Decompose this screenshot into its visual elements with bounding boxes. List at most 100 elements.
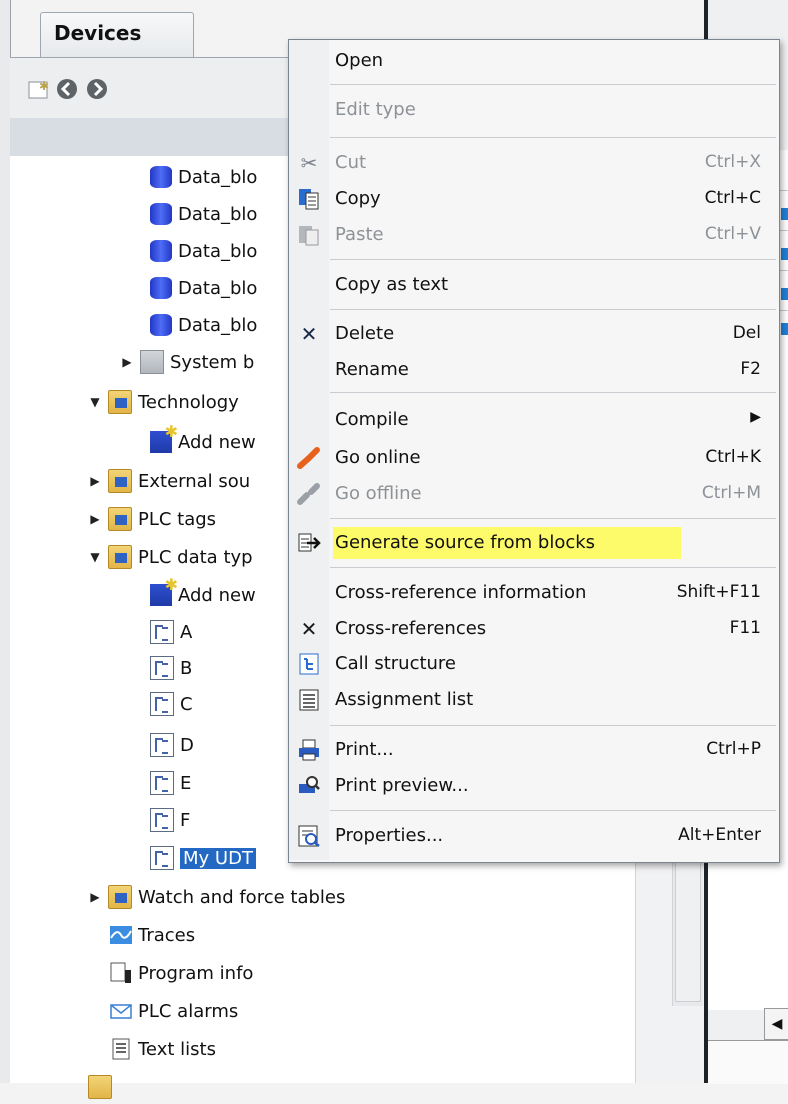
menu-item-cross-reference-information[interactable]: Cross-reference information Shift+F11 xyxy=(289,575,777,611)
tree-item[interactable]: ▶ PLC tags xyxy=(88,502,216,536)
tree-item[interactable]: Data_blo xyxy=(150,271,257,305)
tree-item-label: PLC tags xyxy=(138,508,217,530)
tree-item[interactable]: D xyxy=(150,728,194,762)
tree-item-label: Program info xyxy=(138,962,254,984)
folder-icon xyxy=(88,1075,112,1099)
tree-item[interactable]: Add new xyxy=(150,575,256,612)
menu-item-assignment-list[interactable]: Assignment list xyxy=(289,682,777,718)
tree-item[interactable]: Data_blo xyxy=(150,197,257,231)
tab-devices[interactable]: Devices xyxy=(40,12,194,58)
cell-marker-icon xyxy=(781,323,788,335)
tree-item[interactable]: ▼ Technology xyxy=(88,385,239,419)
menu-item-shortcut: Ctrl+M xyxy=(701,483,761,503)
call-structure-icon xyxy=(299,653,319,675)
menu-item-call-structure[interactable]: Call structure xyxy=(289,646,777,682)
forward-icon[interactable] xyxy=(86,78,108,100)
tree-item-label: Text lists xyxy=(138,1038,216,1060)
menu-item-copy[interactable]: Copy Ctrl+C xyxy=(289,181,777,217)
menu-item-shortcut: Ctrl+P xyxy=(706,739,761,759)
tree-item[interactable]: A xyxy=(150,615,192,649)
tree-item[interactable]: E xyxy=(150,766,191,800)
menu-item-cross-references[interactable]: ✕ Cross-references F11 xyxy=(289,611,777,647)
tree-item[interactable]: ▶ External sou xyxy=(88,464,250,498)
properties-icon xyxy=(298,825,320,847)
expand-arrow-icon[interactable]: ▶ xyxy=(88,474,102,488)
menu-item-go-online[interactable]: Go online Ctrl+K xyxy=(289,440,777,476)
menu-separator xyxy=(330,725,776,726)
tree-item[interactable]: ▶ Watch and force tables xyxy=(88,880,345,914)
tree-item[interactable]: Add new xyxy=(150,422,256,459)
menu-item-label: Go online xyxy=(335,447,421,468)
menu-item-shortcut: F11 xyxy=(729,618,761,638)
udt-icon xyxy=(150,656,174,680)
menu-item-paste[interactable]: Paste Ctrl+V xyxy=(289,217,777,253)
menu-item-print[interactable]: Print... Ctrl+P xyxy=(289,732,777,768)
tree-item[interactable]: Program info xyxy=(110,956,253,990)
menu-item-delete[interactable]: ✕ Delete Del xyxy=(289,316,777,352)
tree-item-label: Technology xyxy=(138,391,239,413)
tree-item[interactable] xyxy=(88,1070,118,1104)
back-icon[interactable] xyxy=(56,78,78,100)
tree-item[interactable]: C xyxy=(150,687,193,721)
submenu-arrow-icon: ▶ xyxy=(750,409,761,425)
tree-item-label: Data_blo xyxy=(178,203,258,225)
menu-item-label: Print... xyxy=(335,739,394,760)
menu-item-shortcut: Ctrl+C xyxy=(704,188,761,208)
menu-item-rename[interactable]: Rename F2 xyxy=(289,352,777,388)
right-status-area xyxy=(708,1040,788,1084)
new-window-icon[interactable]: ✱ xyxy=(28,78,50,100)
udt-icon xyxy=(150,771,174,795)
menu-separator xyxy=(330,567,776,568)
menu-item-copy-as-text[interactable]: Copy as text xyxy=(289,267,777,303)
udt-icon xyxy=(150,692,174,716)
scroll-left-button[interactable]: ◀ xyxy=(764,1008,788,1040)
menu-item-label: Delete xyxy=(335,323,395,344)
svg-text:✱: ✱ xyxy=(39,79,49,93)
tree-item[interactable]: ▶ System b xyxy=(120,345,254,379)
menu-item-shortcut: Shift+F11 xyxy=(676,582,761,602)
menu-item-label: Paste xyxy=(335,224,384,245)
menu-item-properties[interactable]: Properties... Alt+Enter xyxy=(289,818,777,854)
collapse-arrow-icon[interactable]: ▼ xyxy=(88,550,102,564)
tree-item[interactable]: B xyxy=(150,651,192,685)
menu-item-compile[interactable]: Compile ▶ xyxy=(289,402,777,438)
generate-source-icon xyxy=(298,533,321,552)
tree-item-label: PLC data typ xyxy=(138,546,253,568)
traces-icon xyxy=(110,926,132,944)
menu-item-go-offline[interactable]: Go offline Ctrl+M xyxy=(289,476,777,512)
tree-item[interactable]: Traces xyxy=(110,918,195,952)
menu-separator xyxy=(330,392,776,393)
menu-item-print-preview[interactable]: Print preview... xyxy=(289,768,777,804)
menu-item-shortcut: Del xyxy=(732,323,761,343)
alarms-icon xyxy=(110,1004,132,1019)
tree-item[interactable]: PLC alarms xyxy=(110,994,238,1028)
tree-item[interactable]: F xyxy=(150,803,190,837)
tree-item[interactable]: ▼ PLC data typ xyxy=(88,540,253,574)
menu-item-cut[interactable]: ✂ Cut Ctrl+X xyxy=(289,145,777,181)
tree-item[interactable]: Text lists xyxy=(110,1032,216,1066)
expand-arrow-icon[interactable]: ▶ xyxy=(120,355,134,369)
menu-item-label: Cross-reference information xyxy=(335,582,587,603)
tree-item[interactable]: Data_blo xyxy=(150,308,257,342)
cell-marker-icon xyxy=(781,248,788,260)
db-icon xyxy=(150,277,172,299)
udt-icon xyxy=(150,733,174,757)
tree-item-label: Traces xyxy=(138,924,196,946)
tree-item-label: A xyxy=(180,621,193,643)
cell-marker-icon xyxy=(781,288,788,300)
expand-arrow-icon[interactable]: ▶ xyxy=(88,512,102,526)
menu-item-shortcut: Ctrl+V xyxy=(704,224,761,244)
tree-item-label: D xyxy=(180,734,194,756)
collapse-arrow-icon[interactable]: ▼ xyxy=(88,395,102,409)
tree-item[interactable]: Data_blo xyxy=(150,234,257,268)
cut-icon: ✂ xyxy=(300,151,318,175)
menu-item-label: Assignment list xyxy=(335,689,474,710)
system-folder-icon xyxy=(140,350,164,374)
tree-item[interactable]: Data_blo xyxy=(150,160,257,194)
menu-item-edit-type[interactable]: Edit type xyxy=(289,92,777,128)
tree-item-selected[interactable]: My UDT xyxy=(150,841,256,875)
menu-item-open[interactable]: Open xyxy=(289,43,777,79)
menu-item-generate-source[interactable]: Generate source from blocks xyxy=(289,525,777,561)
expand-arrow-icon[interactable]: ▶ xyxy=(88,890,102,904)
menu-separator xyxy=(330,309,776,310)
